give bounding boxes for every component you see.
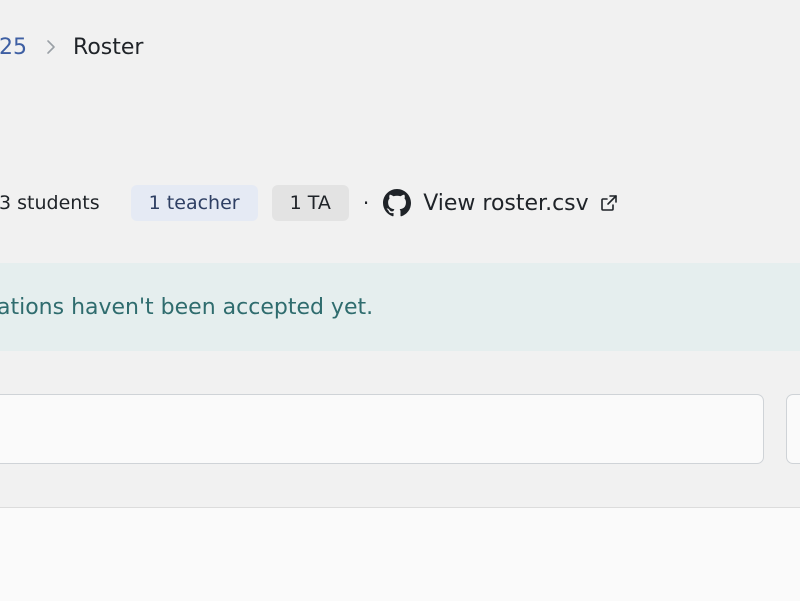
- breadcrumb: x25 Roster: [0, 32, 143, 62]
- separator-dot: ·: [362, 191, 370, 215]
- view-roster-label: View roster.csv: [423, 190, 589, 216]
- breadcrumb-current: Roster: [73, 34, 144, 60]
- student-count: 3 students: [0, 192, 100, 214]
- filter-dropdown[interactable]: [786, 394, 800, 464]
- external-link-icon: [599, 193, 619, 213]
- breadcrumb-course-link[interactable]: x25: [0, 35, 27, 60]
- teacher-count-badge[interactable]: 1 teacher: [130, 185, 258, 221]
- roster-table: [0, 507, 800, 601]
- search-input[interactable]: [0, 394, 764, 464]
- github-icon: [383, 189, 412, 217]
- pending-invitations-banner: ations haven't been accepted yet.: [0, 263, 800, 351]
- roster-stats: 3 students 1 teacher 1 TA · View roster.…: [0, 184, 619, 222]
- banner-message: ations haven't been accepted yet.: [0, 294, 374, 320]
- view-roster-link[interactable]: View roster.csv: [383, 189, 618, 217]
- ta-count-badge[interactable]: 1 TA: [271, 185, 349, 221]
- chevron-right-icon: [37, 39, 65, 55]
